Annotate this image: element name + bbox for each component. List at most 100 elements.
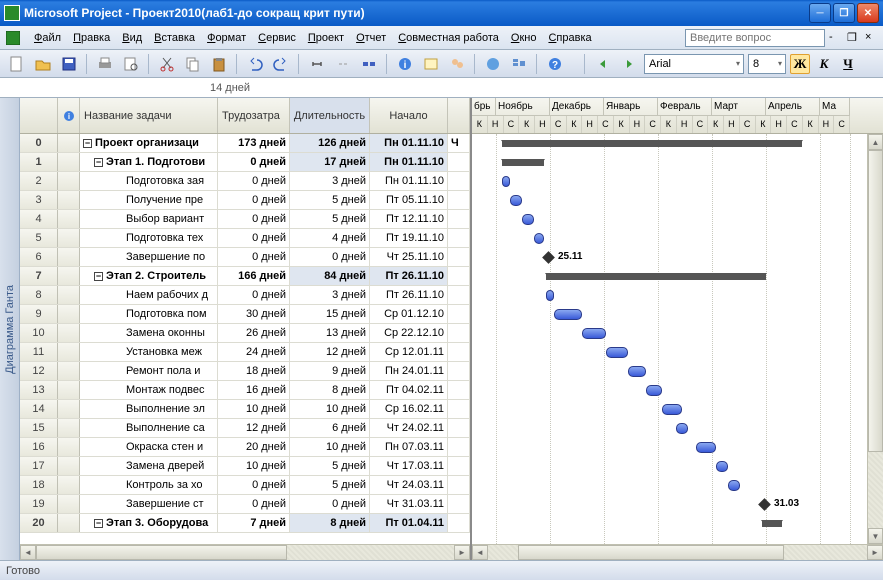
task-bar[interactable] bbox=[628, 366, 646, 377]
task-finish[interactable] bbox=[448, 362, 470, 380]
task-duration[interactable]: 8 дней bbox=[290, 514, 370, 532]
table-row[interactable]: 14Выполнение эл10 дней10 днейСр 16.02.11 bbox=[20, 400, 470, 419]
open-icon[interactable] bbox=[32, 53, 54, 75]
task-start[interactable]: Пн 01.11.10 bbox=[370, 172, 448, 190]
task-bar[interactable] bbox=[510, 195, 522, 206]
task-start[interactable]: Пн 24.01.11 bbox=[370, 362, 448, 380]
task-start[interactable]: Чт 25.11.10 bbox=[370, 248, 448, 266]
task-work[interactable]: 0 дней bbox=[218, 153, 290, 171]
scroll-down-icon[interactable]: ▼ bbox=[868, 528, 883, 544]
gantt-row[interactable] bbox=[472, 324, 883, 343]
row-number[interactable]: 15 bbox=[20, 419, 58, 437]
task-name[interactable]: Завершение ст bbox=[80, 495, 218, 513]
task-finish[interactable] bbox=[448, 172, 470, 190]
table-row[interactable]: 17Замена дверей10 дней5 днейЧт 17.03.11 bbox=[20, 457, 470, 476]
row-info[interactable] bbox=[58, 381, 80, 399]
task-start[interactable]: Пт 26.11.10 bbox=[370, 267, 448, 285]
row-number[interactable]: 3 bbox=[20, 191, 58, 209]
task-name[interactable]: Ремонт пола и bbox=[80, 362, 218, 380]
task-finish[interactable] bbox=[448, 191, 470, 209]
gantt-row[interactable] bbox=[472, 400, 883, 419]
task-finish[interactable] bbox=[448, 153, 470, 171]
task-finish[interactable] bbox=[448, 267, 470, 285]
task-name[interactable]: Получение пре bbox=[80, 191, 218, 209]
scroll-left-icon[interactable]: ◄ bbox=[20, 545, 36, 560]
task-start[interactable]: Пт 12.11.10 bbox=[370, 210, 448, 228]
table-row[interactable]: 6Завершение по0 дней0 днейЧт 25.11.10 bbox=[20, 248, 470, 267]
task-duration[interactable]: 5 дней bbox=[290, 210, 370, 228]
task-finish[interactable] bbox=[448, 476, 470, 494]
task-duration[interactable]: 10 дней bbox=[290, 438, 370, 456]
paste-icon[interactable] bbox=[208, 53, 230, 75]
row-number[interactable]: 17 bbox=[20, 457, 58, 475]
task-bar[interactable] bbox=[676, 423, 688, 434]
scroll-up-icon[interactable]: ▲ bbox=[868, 134, 883, 150]
gantt-row[interactable] bbox=[472, 267, 883, 286]
table-row[interactable]: 1−Этап 1. Подготови0 дней17 днейПн 01.11… bbox=[20, 153, 470, 172]
task-work[interactable]: 24 дней bbox=[218, 343, 290, 361]
task-bar[interactable] bbox=[662, 404, 682, 415]
task-work[interactable]: 173 дней bbox=[218, 134, 290, 152]
fontsize-select[interactable]: 8 bbox=[748, 54, 786, 74]
task-name[interactable]: Выполнение эл bbox=[80, 400, 218, 418]
gantt-row[interactable] bbox=[472, 229, 883, 248]
table-row[interactable]: 5Подготовка тех0 дней4 днейПт 19.11.10 bbox=[20, 229, 470, 248]
print-preview-icon[interactable] bbox=[120, 53, 142, 75]
col-duration[interactable]: Длительность bbox=[290, 98, 370, 133]
row-info[interactable] bbox=[58, 305, 80, 323]
row-info[interactable] bbox=[58, 362, 80, 380]
task-duration[interactable]: 5 дней bbox=[290, 457, 370, 475]
task-work[interactable]: 0 дней bbox=[218, 495, 290, 513]
task-duration[interactable]: 9 дней bbox=[290, 362, 370, 380]
row-info[interactable] bbox=[58, 457, 80, 475]
save-icon[interactable] bbox=[58, 53, 80, 75]
task-name[interactable]: −Проект организаци bbox=[80, 134, 218, 152]
table-row[interactable]: 12Ремонт пола и18 дней9 днейПн 24.01.11 bbox=[20, 362, 470, 381]
forward-icon[interactable] bbox=[618, 53, 640, 75]
scroll-right-icon[interactable]: ► bbox=[867, 545, 883, 560]
row-info[interactable] bbox=[58, 495, 80, 513]
row-info[interactable] bbox=[58, 153, 80, 171]
row-info[interactable] bbox=[58, 343, 80, 361]
task-work[interactable]: 0 дней bbox=[218, 191, 290, 209]
col-start[interactable]: Начало bbox=[370, 98, 448, 133]
menu-вставка[interactable]: Вставка bbox=[148, 29, 201, 47]
row-info[interactable] bbox=[58, 400, 80, 418]
task-work[interactable]: 0 дней bbox=[218, 172, 290, 190]
task-finish[interactable] bbox=[448, 324, 470, 342]
row-info[interactable] bbox=[58, 172, 80, 190]
month-header[interactable]: Март bbox=[712, 98, 766, 116]
task-name[interactable]: Наем рабочих д bbox=[80, 286, 218, 304]
task-bar[interactable] bbox=[696, 442, 716, 453]
task-work[interactable]: 30 дней bbox=[218, 305, 290, 323]
table-row[interactable]: 8Наем рабочих д0 дней3 днейПт 26.11.10 bbox=[20, 286, 470, 305]
task-start[interactable]: Чт 24.03.11 bbox=[370, 476, 448, 494]
task-finish[interactable] bbox=[448, 457, 470, 475]
gantt-row[interactable] bbox=[472, 305, 883, 324]
task-duration[interactable]: 0 дней bbox=[290, 495, 370, 513]
table-row[interactable]: 9Подготовка пом30 дней15 днейСр 01.12.10 bbox=[20, 305, 470, 324]
menu-сервис[interactable]: Сервис bbox=[252, 29, 302, 47]
task-start[interactable]: Ср 12.01.11 bbox=[370, 343, 448, 361]
task-start[interactable]: Пн 07.03.11 bbox=[370, 438, 448, 456]
publish-icon[interactable] bbox=[482, 53, 504, 75]
notes-icon[interactable] bbox=[420, 53, 442, 75]
gantt-row[interactable] bbox=[472, 210, 883, 229]
col-info[interactable]: i bbox=[58, 98, 80, 133]
menu-окно[interactable]: Окно bbox=[505, 29, 543, 47]
help-icon[interactable]: ? bbox=[544, 53, 566, 75]
undo-icon[interactable] bbox=[244, 53, 266, 75]
ask-question-input[interactable] bbox=[685, 29, 825, 47]
close-button[interactable]: ✕ bbox=[857, 3, 879, 23]
copy-icon[interactable] bbox=[182, 53, 204, 75]
row-number[interactable]: 19 bbox=[20, 495, 58, 513]
task-work[interactable]: 0 дней bbox=[218, 229, 290, 247]
task-duration[interactable]: 0 дней bbox=[290, 248, 370, 266]
task-duration[interactable]: 126 дней bbox=[290, 134, 370, 152]
view-bar[interactable]: Диаграмма Ганта bbox=[0, 98, 20, 560]
task-name[interactable]: −Этап 2. Строитель bbox=[80, 267, 218, 285]
task-start[interactable]: Пн 01.11.10 bbox=[370, 134, 448, 152]
col-work[interactable]: Трудозатра bbox=[218, 98, 290, 133]
task-bar[interactable] bbox=[728, 480, 740, 491]
link-icon[interactable] bbox=[306, 53, 328, 75]
